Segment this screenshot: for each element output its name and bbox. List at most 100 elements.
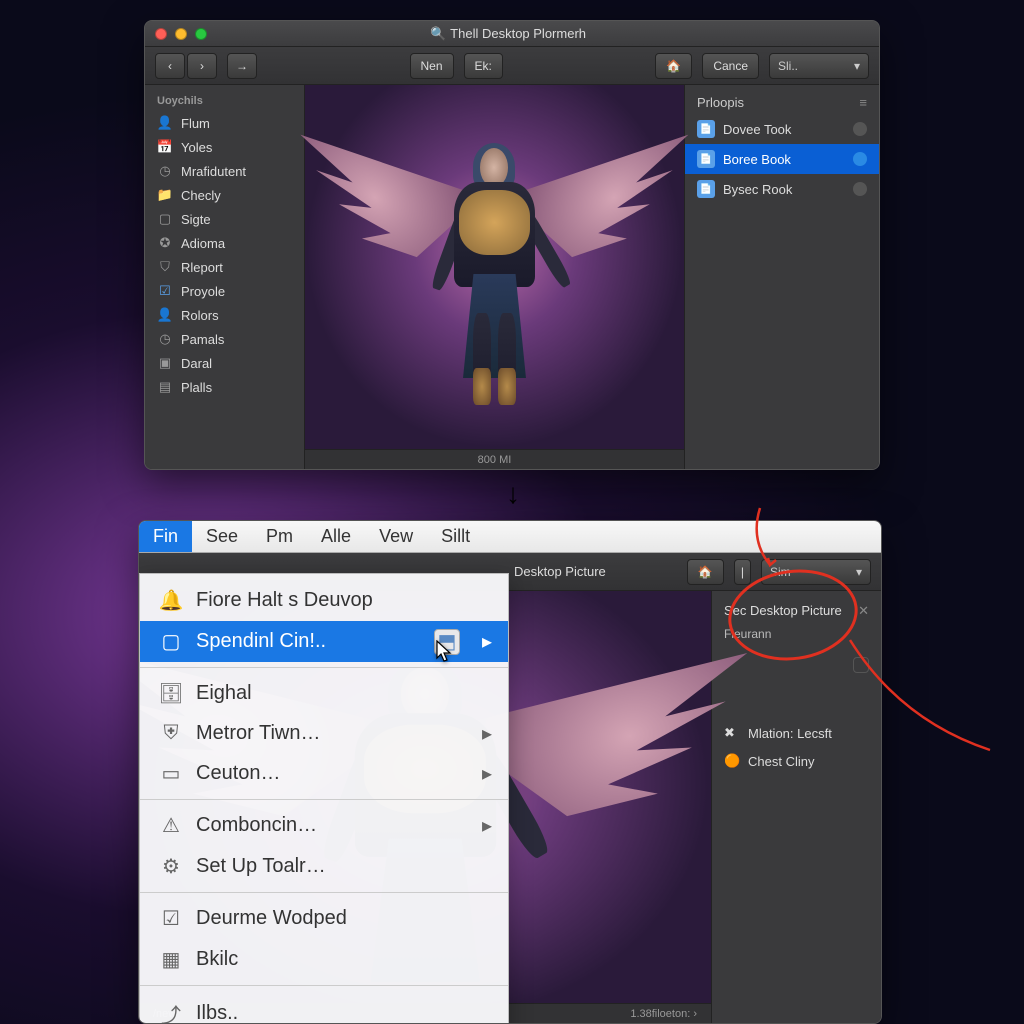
badge-icon: ⛨ bbox=[160, 722, 182, 745]
menu-item-label: Bkilc bbox=[196, 948, 238, 971]
menu-separator bbox=[140, 667, 508, 668]
option-item[interactable]: ✖Mlation: Lecsft bbox=[712, 719, 881, 747]
preview-pane: 800 MI bbox=[305, 85, 684, 469]
panel-item[interactable]: 📄Boree Book bbox=[685, 144, 879, 174]
ek-button[interactable]: Ek: bbox=[464, 53, 503, 79]
option-icon: 🟠 bbox=[724, 753, 740, 769]
sidebar-item[interactable]: ☑ Proyole bbox=[145, 279, 304, 303]
sidebar-item[interactable]: ◷ Pamals bbox=[145, 327, 304, 351]
sidebar-item[interactable]: ⛉Rleport bbox=[145, 255, 304, 279]
doc-icon: 📄 bbox=[697, 150, 715, 168]
sidebar-item-label: Rolors bbox=[181, 308, 219, 323]
sort-dropdown[interactable]: Sli..▾ bbox=[769, 53, 869, 79]
finder-window-bottom: FinSeePmAlleVewSillt Desktop Picture 🏠 |… bbox=[138, 520, 882, 1024]
right-panel-header: Prloopis ≡ bbox=[685, 91, 879, 114]
minimize-icon[interactable] bbox=[175, 28, 187, 40]
menu-item[interactable]: ⚠Comboncin…▸ bbox=[140, 805, 508, 846]
sidebar-item-label: Plalls bbox=[181, 380, 212, 395]
back-button[interactable]: ‹ bbox=[155, 53, 185, 79]
menu-fin[interactable]: Fin bbox=[139, 521, 192, 552]
right-panel: Prloopis ≡ 📄Dovee Took📄Boree Book📄Bysec … bbox=[684, 85, 879, 469]
sidebar: Uoychils 👤Flum📅Yoles◷Mrafidutent📁Checly▢… bbox=[145, 85, 305, 469]
sidebar-item-label: Rleport bbox=[181, 260, 223, 275]
menu-see[interactable]: See bbox=[192, 521, 252, 552]
menu-item[interactable]: ⤴Ilbs.. bbox=[140, 991, 508, 1024]
menu-item-label: Eighal bbox=[196, 682, 252, 705]
image-icon: ▦ bbox=[160, 947, 182, 972]
sidebar-item[interactable]: ▣Daral bbox=[145, 351, 304, 375]
bars-icon: ▤ bbox=[157, 379, 173, 395]
home-button[interactable]: 🏠 bbox=[655, 53, 692, 79]
menu-alle[interactable]: Alle bbox=[307, 521, 365, 552]
divider-button[interactable]: | bbox=[734, 559, 751, 585]
home-button[interactable]: 🏠 bbox=[687, 559, 724, 585]
status-info: 1.38filoeton: › bbox=[630, 1008, 697, 1020]
sidebar-item[interactable]: 👤Flum bbox=[145, 111, 304, 135]
doc-icon: 📄 bbox=[697, 180, 715, 198]
menu-separator bbox=[140, 892, 508, 893]
zoom-icon[interactable] bbox=[195, 28, 207, 40]
clock-icon: ◷ bbox=[157, 163, 173, 179]
sidebar-item[interactable]: ◷Mrafidutent bbox=[145, 159, 304, 183]
menu-icon[interactable]: ≡ bbox=[859, 95, 867, 110]
image-preview[interactable] bbox=[305, 85, 684, 449]
sort-dropdown[interactable]: Sim▾ bbox=[761, 559, 871, 585]
chevron-right-icon: ▸ bbox=[482, 761, 492, 786]
status-badge bbox=[853, 182, 867, 196]
person-icon: 👤 bbox=[157, 307, 173, 323]
window-icon: ▣ bbox=[157, 355, 173, 371]
menu-item-label: Deurme Wodped bbox=[196, 907, 347, 930]
menu-item[interactable]: ⛨Metror Tiwn…▸ bbox=[140, 714, 508, 753]
menu-pm[interactable]: Pm bbox=[252, 521, 307, 552]
cancel-button[interactable]: Cance bbox=[702, 53, 759, 79]
card-icon: ▭ bbox=[160, 761, 182, 786]
sidebar-item-label: Proyole bbox=[181, 284, 225, 299]
check-icon: ☑ bbox=[157, 283, 173, 299]
sidebar-header: Uoychils bbox=[145, 91, 304, 111]
sidebar-item[interactable]: 📁Checly bbox=[145, 183, 304, 207]
nen-button[interactable]: Nen bbox=[410, 53, 454, 79]
menu-item-label: Ceuton… bbox=[196, 762, 281, 785]
close-icon[interactable]: ✕ bbox=[858, 603, 869, 619]
window-title: 🔍 Thell Desktop Plormerh bbox=[207, 26, 809, 42]
cursor-icon bbox=[436, 640, 454, 664]
doc-icon: ▢ bbox=[157, 211, 173, 227]
folder-icon: 📁 bbox=[157, 187, 173, 203]
forward-button[interactable]: › bbox=[187, 53, 217, 79]
sidebar-item-label: Sigte bbox=[181, 212, 211, 227]
sidebar-item[interactable]: ✪Adioma bbox=[145, 231, 304, 255]
menu-item[interactable]: ⚙Set Up Toalr… bbox=[140, 846, 508, 887]
menu-item[interactable]: ▦ Bkilc bbox=[140, 939, 508, 980]
menu-item[interactable]: 🗄Eighal bbox=[140, 673, 508, 714]
chevron-down-icon: ▾ bbox=[854, 59, 860, 73]
panel-item-label: Dovee Took bbox=[723, 122, 791, 137]
close-icon[interactable] bbox=[155, 28, 167, 40]
titlebar: 🔍 Thell Desktop Plormerh bbox=[145, 21, 879, 47]
sidebar-item[interactable]: ▤ Plalls bbox=[145, 375, 304, 399]
option-item[interactable]: 🟠Chest Cliny bbox=[712, 747, 881, 775]
finder-window-top: 🔍 Thell Desktop Plormerh ‹ › → Nen Ek: 🏠… bbox=[144, 20, 880, 470]
sidebar-item-label: Pamals bbox=[181, 332, 224, 347]
bell-icon: 🔔 bbox=[160, 588, 182, 613]
panel-item[interactable]: 📄Dovee Took bbox=[685, 114, 879, 144]
panel-item[interactable]: 📄Bysec Rook bbox=[685, 174, 879, 204]
sidebar-item[interactable]: ▢ Sigte bbox=[145, 207, 304, 231]
path-button[interactable]: → bbox=[227, 53, 257, 79]
warn-icon: ⚠ bbox=[160, 813, 182, 838]
traffic-lights bbox=[155, 28, 207, 40]
sidebar-item[interactable]: 📅Yoles bbox=[145, 135, 304, 159]
menu-item-label: Spendinl Cin!.. bbox=[196, 630, 326, 653]
set-desktop-header: Sec Desktop Picture ✕ bbox=[712, 597, 881, 625]
chevron-right-icon: ▸ bbox=[482, 629, 492, 654]
menu-item[interactable]: 🔔Fiore Halt s Deuvop bbox=[140, 580, 508, 621]
options-icon[interactable] bbox=[853, 657, 869, 673]
menu-item-label: Ilbs.. bbox=[196, 1002, 238, 1024]
menu-item-label: Comboncin… bbox=[196, 814, 317, 837]
menu-vew[interactable]: Vew bbox=[365, 521, 427, 552]
clock-icon: ◷ bbox=[157, 331, 173, 347]
menu-item[interactable]: ☑Deurme Wodped bbox=[140, 898, 508, 939]
square-icon: ▢ bbox=[160, 629, 182, 654]
menu-item[interactable]: ▭ Ceuton… ▸ bbox=[140, 753, 508, 794]
sidebar-item[interactable]: 👤 Rolors bbox=[145, 303, 304, 327]
menu-sillt[interactable]: Sillt bbox=[427, 521, 484, 552]
